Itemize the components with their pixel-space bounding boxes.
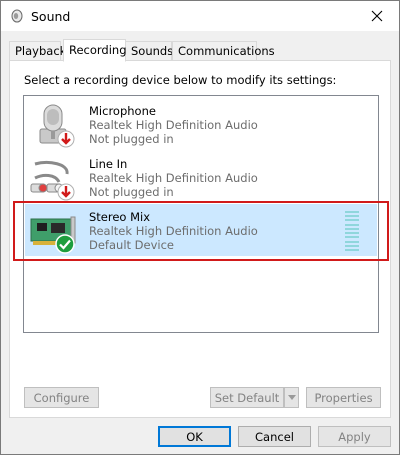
apply-button[interactable]: Apply <box>318 426 391 447</box>
close-button[interactable] <box>355 1 399 31</box>
tab-strip: Playback Recording Sounds Communications <box>9 39 391 62</box>
close-icon <box>371 10 383 22</box>
instructions-text: Select a recording device below to modif… <box>24 73 337 87</box>
red-down-arrow-icon <box>57 183 75 201</box>
tab-communications[interactable]: Communications <box>172 41 275 61</box>
device-name: Line In <box>89 157 128 171</box>
device-driver: Realtek High Definition Audio <box>89 118 258 132</box>
configure-button[interactable]: Configure <box>24 387 99 408</box>
speaker-icon <box>11 9 23 23</box>
ok-button[interactable]: OK <box>158 426 231 447</box>
tab-playback[interactable]: Playback <box>9 41 66 61</box>
chevron-down-icon <box>287 395 296 400</box>
annotation-highlight <box>13 201 389 261</box>
device-status: Not plugged in <box>89 185 174 199</box>
device-status: Not plugged in <box>89 132 174 146</box>
tab-sounds[interactable]: Sounds <box>125 41 173 61</box>
sound-dialog: Sound Playback Recording Sounds Communic… <box>0 0 400 455</box>
set-default-button[interactable]: Set Default <box>210 387 284 408</box>
tab-recording[interactable]: Recording <box>63 39 127 62</box>
device-name: Microphone <box>89 104 156 118</box>
device-item-line-in[interactable]: Line In Realtek High Definition Audio No… <box>25 151 377 203</box>
cancel-button[interactable]: Cancel <box>238 426 311 447</box>
set-default-dropdown[interactable] <box>284 387 299 408</box>
red-down-arrow-icon <box>57 130 75 148</box>
window-title: Sound <box>31 9 71 24</box>
device-driver: Realtek High Definition Audio <box>89 171 258 185</box>
title-bar: Sound <box>1 1 399 31</box>
device-item-microphone[interactable]: Microphone Realtek High Definition Audio… <box>25 98 377 150</box>
properties-button[interactable]: Properties <box>306 387 381 408</box>
